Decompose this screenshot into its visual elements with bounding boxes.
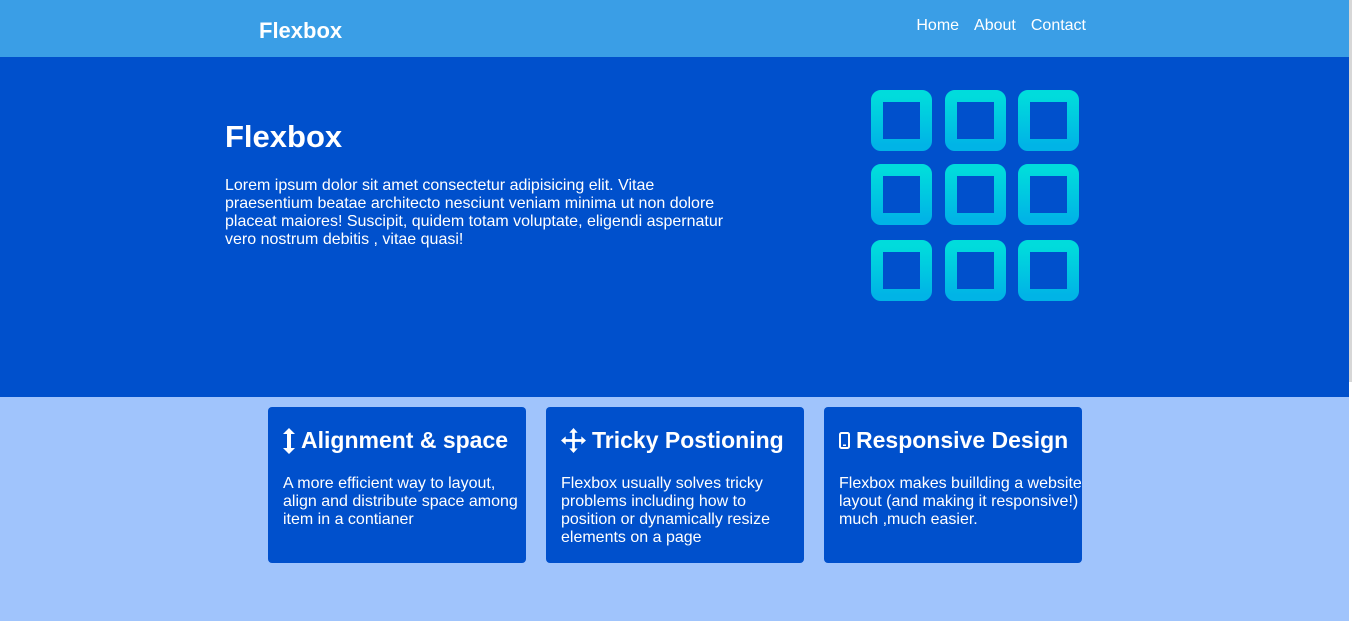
page: Flexbox Home About Contact Flexbox Lorem… [0,0,1352,621]
hero-section: Flexbox Lorem ipsum dolor sit amet conse… [0,57,1349,397]
move-arrows-icon [561,428,586,453]
feature-cards: Alignment & space A more efficient way t… [268,407,1082,563]
card-title: Responsive Design [856,427,1069,453]
card-title: Tricky Postioning [592,427,784,453]
feature-card: Responsive Design Flexbox makes builldin… [824,407,1082,563]
card-header: Alignment & space [283,427,508,454]
nav-links: Home About Contact [916,17,1086,35]
brand-logo-text[interactable]: Flexbox [259,18,342,44]
card-header: Responsive Design [839,427,1068,454]
grid-of-squares-icon [871,90,1079,301]
nav-link-contact[interactable]: Contact [1031,17,1086,35]
feature-card: Alignment & space A more efficient way t… [268,407,526,563]
nav-link-about[interactable]: About [974,17,1016,35]
hero-title: Flexbox [225,119,343,154]
card-title: Alignment & space [301,427,509,453]
feature-card: Tricky Postioning Flexbox usually solves… [546,407,804,563]
card-text: A more efficient way to layout, align an… [283,475,518,528]
navbar: Flexbox Home About Contact [0,0,1349,57]
card-text: Flexbox usually solves tricky problems i… [561,475,770,546]
vertical-arrows-icon [283,427,295,454]
nav-link-home[interactable]: Home [916,17,959,35]
card-text: Flexbox makes buillding a website layout… [839,475,1082,528]
hero-description: Lorem ipsum dolor sit amet consectetur a… [225,177,724,248]
mobile-phone-icon [839,432,850,449]
card-header: Tricky Postioning [561,427,784,454]
